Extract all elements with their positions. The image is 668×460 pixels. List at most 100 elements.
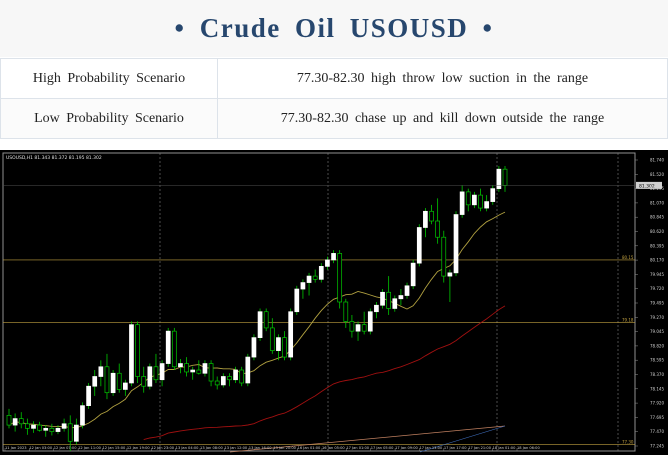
candle-body (447, 272, 453, 277)
x-tick-label: 13 Jan 04:00 (176, 446, 199, 450)
candle-body (386, 291, 392, 309)
candle-body (331, 253, 336, 261)
candle-body (202, 363, 208, 374)
candle-body (12, 418, 18, 426)
candle-body (110, 372, 116, 394)
x-tick-label: 12 Jan 03:00 (29, 446, 52, 450)
candle-body (490, 188, 496, 202)
y-tick-label: 78.820 (650, 343, 664, 348)
y-tick-label: 77.470 (650, 429, 664, 434)
candle-body (306, 275, 312, 283)
candle-body (263, 311, 269, 329)
candle-body (257, 311, 263, 338)
price-chart[interactable]: 80.15 79.18 77.30 81.302 81.740 81.520 81.29… (0, 150, 668, 455)
candle-body (337, 253, 343, 303)
y-tick-label: 79.270 (650, 315, 664, 320)
candle-body (196, 369, 202, 374)
candle-body (18, 418, 24, 425)
y-tick-label: 81.295 (650, 186, 664, 191)
candle-body (484, 201, 489, 209)
candle-body (208, 363, 214, 382)
candle-body (31, 424, 36, 429)
y-tick-label: 77.695 (650, 415, 664, 420)
candle-body (214, 380, 220, 386)
candle-body (184, 363, 189, 373)
y-tick-label: 80.170 (650, 258, 664, 263)
candle-body (116, 372, 122, 390)
table-row: Low Probability Scenario 77.30-82.30 cha… (0, 98, 668, 139)
candle-body (435, 220, 440, 238)
x-tick-label: 12 Jan 07:00 (54, 446, 77, 450)
candle-body (318, 266, 324, 280)
candlestick-chart[interactable]: 80.1579.1877.30 81.302 81.74081.52081.29… (0, 150, 668, 455)
candle-body (404, 285, 410, 296)
candle-body (92, 376, 98, 387)
candle-body (374, 304, 379, 313)
y-tick-label: 79.495 (650, 301, 664, 306)
y-tick-label: 78.145 (650, 386, 664, 391)
x-tick-label: 12 Jan 23:00 (151, 446, 174, 450)
candle-body (325, 259, 330, 267)
scenario-label: Low Probability Scenario (0, 98, 218, 139)
candle-body (104, 366, 110, 394)
y-tick-label: 81.740 (650, 158, 664, 163)
y-tick-label: 80.395 (650, 243, 664, 248)
candle-body (472, 194, 477, 206)
candle-body (343, 301, 349, 322)
x-tick-label: 12 Jan 15:00 (103, 446, 126, 450)
chart-info-label: USOUSD,H1 81.343 81.372 81.195 81.302 (6, 155, 102, 161)
candle-body (190, 369, 196, 373)
candle-body (178, 363, 183, 368)
candle-body (282, 337, 287, 358)
scenario-value: 77.30-82.30 high throw low suction in th… (217, 58, 668, 99)
candle-body (67, 423, 73, 442)
chart-background (0, 150, 668, 455)
candle-body (80, 405, 85, 426)
candle-body (288, 311, 294, 358)
candle-body (135, 324, 140, 377)
x-tick-label: 17 Jan 05:00 (371, 446, 394, 450)
candle-body (312, 275, 318, 280)
candle-body (141, 376, 147, 387)
candle-body (153, 366, 159, 381)
y-tick-label: 77.245 (650, 444, 664, 449)
candle-body (276, 337, 281, 351)
candle-body (300, 282, 306, 290)
candle-body (86, 385, 91, 407)
y-tick-label: 79.720 (650, 286, 664, 291)
y-tick-label: 80.620 (650, 229, 664, 234)
y-tick-label: 77.920 (650, 401, 664, 406)
scenario-table: High Probability Scenario 77.30-82.30 hi… (0, 58, 668, 139)
candle-body (416, 227, 422, 264)
y-tick-label: 79.945 (650, 272, 664, 277)
x-tick-label: 18 Jan 06:00 (517, 446, 540, 450)
candle-body (147, 366, 153, 387)
candle-body (227, 376, 232, 381)
candle-body (251, 337, 257, 358)
candle-body (55, 427, 61, 432)
candle-body (239, 369, 245, 384)
candle-body (220, 376, 226, 386)
candle-body (74, 424, 79, 442)
candle-body (269, 327, 275, 351)
candle-body (502, 168, 508, 186)
table-row: High Probability Scenario 77.30-82.30 hi… (0, 58, 668, 99)
candle-body (496, 168, 502, 189)
scenario-label: High Probability Scenario (0, 58, 218, 99)
y-tick-label: 80.845 (650, 215, 664, 220)
candle-body (122, 382, 128, 390)
candle-body (165, 330, 171, 364)
candle-body (398, 295, 404, 300)
candle-body (392, 298, 398, 309)
candle-body (129, 324, 134, 384)
x-tick-label: 16 Jan 05:00 (322, 446, 345, 450)
candle-body (478, 194, 483, 209)
candle-body (171, 330, 177, 368)
candle-body (423, 210, 428, 228)
header: • Crude Oil USOUSD • (0, 0, 668, 57)
x-tick-label: 13 Jan 12:00 (224, 446, 247, 450)
candle-body (245, 356, 251, 384)
x-tick-label: 17 Jan 01:00 (346, 446, 369, 450)
candle-body (367, 311, 373, 332)
candle-body (349, 321, 355, 332)
